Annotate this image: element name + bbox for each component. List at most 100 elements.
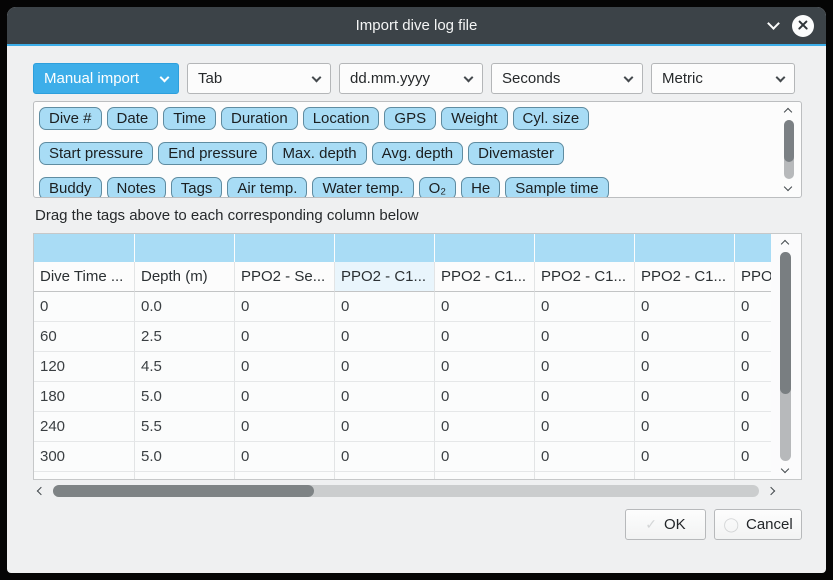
table-cell-r1-c4: 0 (435, 322, 535, 352)
column-header-5[interactable]: PPO2 - C1... (535, 262, 635, 292)
tag-palette-panel: Dive #DateTimeDurationLocationGPSWeight C… (33, 101, 802, 198)
column-header-0[interactable]: Dive Time ... (34, 262, 135, 292)
cancel-button[interactable]: ◯ Cancel (714, 509, 802, 540)
drop-zone-cell[interactable] (135, 234, 235, 262)
tag-time[interactable]: Time (163, 107, 216, 130)
tag-cyl-size[interactable]: Cyl. size (513, 107, 590, 130)
tag-gps[interactable]: GPS (384, 107, 436, 130)
table-cell-r1-c7: 0 (735, 322, 771, 352)
scroll-right-icon[interactable] (767, 486, 775, 494)
column-header-4[interactable]: PPO2 - C1... (435, 262, 535, 292)
table-cell-r2-c5: 0 (535, 352, 635, 382)
table-cell-r5-c5: 0 (535, 442, 635, 472)
column-header-3[interactable]: PPO2 - C1... (335, 262, 435, 292)
drop-zone-cell[interactable] (435, 234, 535, 262)
combo-metric[interactable]: Metric (651, 63, 795, 94)
partial-row-cell (34, 472, 135, 479)
tag-start-pressure[interactable]: Start pressure (39, 142, 153, 165)
scrollbar-track[interactable] (780, 252, 791, 461)
scroll-down-icon[interactable] (781, 465, 789, 473)
table-cell-r1-c0: 60 (34, 322, 135, 352)
tag-notes[interactable]: Notes (107, 177, 166, 198)
table-cell-r2-c4: 0 (435, 352, 535, 382)
tag-dive[interactable]: Dive # (39, 107, 102, 130)
table-cell-r3-c6: 0 (635, 382, 735, 412)
column-header-7[interactable]: PPO2 (735, 262, 771, 292)
combo-value: Metric (662, 70, 703, 87)
combo-seconds[interactable]: Seconds (491, 63, 643, 94)
tag-sample-time[interactable]: Sample time (505, 177, 608, 198)
scroll-left-icon[interactable] (37, 486, 45, 494)
tag-buddy[interactable]: Buddy (39, 177, 102, 198)
titlebar: Import dive log file (7, 7, 826, 44)
close-icon[interactable] (792, 15, 814, 37)
table-cell-r5-c7: 0 (735, 442, 771, 472)
tag-location[interactable]: Location (303, 107, 380, 130)
table-vertical-scrollbar[interactable] (771, 234, 801, 479)
table-cell-r0-c2: 0 (235, 292, 335, 322)
tag-he[interactable]: He (461, 177, 500, 198)
drop-zone-cell[interactable] (735, 234, 771, 262)
drop-zone-cell[interactable] (635, 234, 735, 262)
drop-zone-cell[interactable] (235, 234, 335, 262)
scrollbar-thumb[interactable] (780, 252, 791, 394)
table-cell-r0-c0: 0 (34, 292, 135, 322)
scrollbar-thumb[interactable] (53, 485, 314, 497)
table-cell-r4-c0: 240 (34, 412, 135, 442)
tag-palette-scrollbar[interactable] (781, 104, 797, 195)
tag-o[interactable]: O₂ (419, 177, 457, 198)
tag-tags[interactable]: Tags (171, 177, 223, 198)
column-header-2[interactable]: PPO2 - Se... (235, 262, 335, 292)
chevron-down-icon (776, 72, 786, 82)
table-cell-r5-c2: 0 (235, 442, 335, 472)
rollup-chevron-icon[interactable] (767, 17, 780, 30)
scroll-down-icon[interactable] (784, 183, 792, 191)
table-columns: Dive Time ...Depth (m)PPO2 - Se...PPO2 -… (34, 234, 771, 479)
column-header-6[interactable]: PPO2 - C1... (635, 262, 735, 292)
scrollbar-thumb[interactable] (784, 120, 794, 162)
table-cell-r0-c4: 0 (435, 292, 535, 322)
table-cell-r3-c2: 0 (235, 382, 335, 412)
table-cell-r0-c1: 0.0 (135, 292, 235, 322)
column-header-1[interactable]: Depth (m) (135, 262, 235, 292)
table-cell-r4-c4: 0 (435, 412, 535, 442)
scroll-up-icon[interactable] (781, 240, 789, 248)
import-dialog-window: Import dive log file Manual import Tab dd.… (7, 7, 826, 573)
drop-zone-cell[interactable] (535, 234, 635, 262)
tag-date[interactable]: Date (107, 107, 159, 130)
ok-button[interactable]: ✓ OK (625, 509, 706, 540)
tag-weight[interactable]: Weight (441, 107, 507, 130)
combo-tab[interactable]: Tab (187, 63, 331, 94)
table-cell-r2-c0: 120 (34, 352, 135, 382)
table-cell-r5-c3: 0 (335, 442, 435, 472)
screen: Import dive log file Manual import Tab dd.… (0, 0, 833, 580)
chevron-down-icon (160, 72, 170, 82)
tag-avg-depth[interactable]: Avg. depth (372, 142, 463, 165)
tag-divemaster[interactable]: Divemaster (468, 142, 564, 165)
partial-row-cell (435, 472, 535, 479)
table-horizontal-scrollbar[interactable] (33, 482, 776, 499)
scrollbar-track[interactable] (784, 120, 794, 179)
combo-manual-import[interactable]: Manual import (33, 63, 179, 94)
tag-duration[interactable]: Duration (221, 107, 298, 130)
drop-zone-cell[interactable] (34, 234, 135, 262)
dialog-content: Manual importTabdd.mm.yyyySecondsMetric … (7, 46, 826, 540)
tag-end-pressure[interactable]: End pressure (158, 142, 267, 165)
table-cell-r4-c1: 5.5 (135, 412, 235, 442)
combo-dd-mm-yyyy[interactable]: dd.mm.yyyy (339, 63, 483, 94)
table-cell-r3-c0: 180 (34, 382, 135, 412)
tag-water-temp[interactable]: Water temp. (312, 177, 413, 198)
tag-air-temp[interactable]: Air temp. (227, 177, 307, 198)
table-cell-r2-c7: 0 (735, 352, 771, 382)
table-cell-r0-c6: 0 (635, 292, 735, 322)
import-options-row: Manual import Tab dd.mm.yyyy Seconds Metric (33, 63, 802, 94)
table-cell-r2-c6: 0 (635, 352, 735, 382)
table-cell-r3-c1: 5.0 (135, 382, 235, 412)
table-cell-r1-c3: 0 (335, 322, 435, 352)
table-cell-r4-c3: 0 (335, 412, 435, 442)
drop-zone-cell[interactable] (335, 234, 435, 262)
scroll-up-icon[interactable] (784, 108, 792, 116)
tag-max-depth[interactable]: Max. depth (272, 142, 366, 165)
scrollbar-track[interactable] (53, 485, 759, 497)
table-cell-r0-c7: 0 (735, 292, 771, 322)
